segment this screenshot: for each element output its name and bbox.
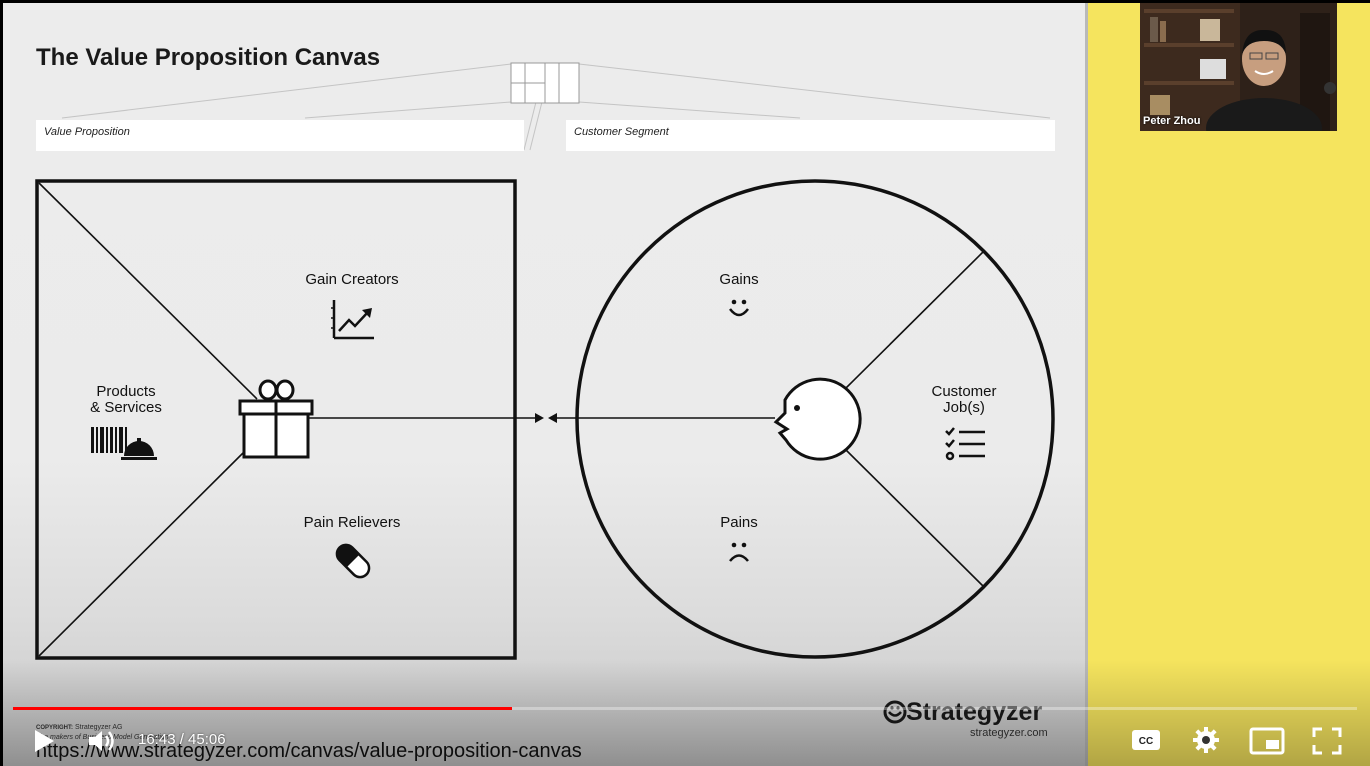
volume-icon [89, 731, 114, 751]
fullscreen-button[interactable] [1312, 727, 1342, 755]
smile-icon [729, 299, 749, 317]
canvas-url: https://www.strategyzer.com/canvas/value… [36, 740, 582, 762]
pill-icon [335, 543, 371, 579]
strategyzer-brand: Strategyzer [906, 698, 1043, 726]
strategyzer-logo-icon [883, 700, 907, 724]
captions-text: CC [1139, 736, 1153, 747]
fullscreen-icon [1312, 727, 1342, 755]
products-services-label: Products & Services [70, 384, 182, 416]
customer-jobs-line2: Job(s) [943, 399, 985, 416]
gain-creators-label: Gain Creators [305, 271, 399, 288]
time-display: 16:43 / 45:06 [138, 731, 226, 748]
captions-button[interactable]: CC [1131, 728, 1161, 752]
gains-label: Gains [719, 271, 759, 288]
customer-jobs-line1: Customer [931, 383, 997, 400]
play-icon [35, 730, 54, 752]
products-services-line2: & Services [90, 399, 162, 416]
customer-face-icon [773, 377, 862, 461]
miniplayer-icon [1249, 727, 1285, 755]
progress-bar[interactable] [13, 707, 1357, 710]
play-button[interactable] [30, 728, 56, 754]
webcam-feed [1140, 3, 1337, 131]
miniplayer-button[interactable] [1249, 727, 1285, 755]
frown-icon [729, 542, 749, 562]
fit-arrows [308, 413, 775, 423]
volume-button[interactable] [86, 728, 116, 754]
barcode-bell-icon [91, 427, 157, 460]
participant-video: Peter Zhou [1140, 3, 1337, 131]
customer-jobs-label: Customer Job(s) [914, 384, 1014, 416]
checklist-icon [945, 427, 985, 461]
settings-button[interactable] [1192, 726, 1220, 754]
products-services-line1: Products [96, 383, 156, 400]
progress-played [13, 707, 512, 710]
participant-name: Peter Zhou [1143, 115, 1201, 127]
value-proposition-diagram [35, 179, 1055, 660]
strategyzer-site: strategyzer.com [970, 727, 1048, 739]
pains-label: Pains [720, 514, 758, 531]
growth-chart-icon [331, 300, 374, 340]
video-player[interactable]: The Value Proposition Canvas Value Propo… [0, 0, 1370, 766]
pain-relievers-label: Pain Relievers [303, 514, 401, 531]
gear-icon [1193, 727, 1219, 753]
